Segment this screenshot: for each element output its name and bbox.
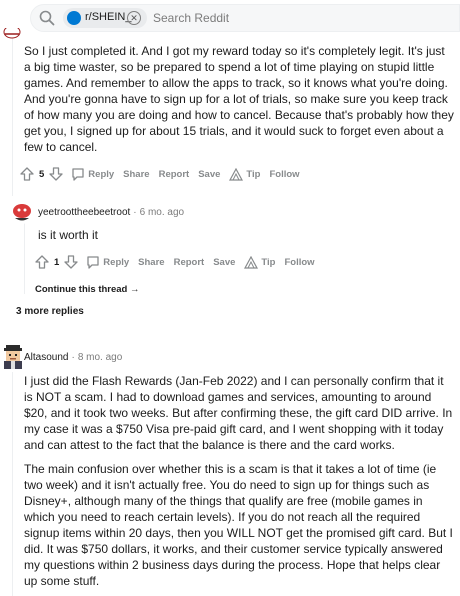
- comment-actions: 5 Reply Share Report Save Tip Follow: [20, 163, 300, 185]
- clear-filter-icon[interactable]: ✕: [127, 11, 141, 25]
- share-label: Share: [138, 256, 165, 268]
- report-button[interactable]: Report: [174, 257, 205, 268]
- tip-label: Tip: [246, 168, 261, 180]
- tip-label: Tip: [261, 256, 276, 268]
- follow-button[interactable]: Follow: [269, 169, 299, 180]
- upvote-icon[interactable]: [20, 167, 34, 181]
- thread-line[interactable]: [12, 372, 13, 596]
- thread-line[interactable]: [12, 36, 13, 196]
- thread-line[interactable]: [24, 222, 25, 294]
- report-label: Report: [158, 168, 190, 180]
- tip-icon: [244, 255, 259, 269]
- save-label: Save: [198, 168, 221, 180]
- search-icon: [39, 10, 55, 26]
- author-link[interactable]: Altasound: [24, 352, 68, 363]
- comment-text: So I just completed it. And I got my rew…: [24, 44, 454, 154]
- comment-text: is it worth it: [38, 228, 99, 242]
- save-label: Save: [213, 256, 236, 268]
- continue-thread-label: Continue this thread: [35, 284, 128, 295]
- reply-button[interactable]: Reply: [71, 167, 114, 181]
- subreddit-chip-label: r/SHEIN_: [85, 11, 132, 23]
- comment-body: I just did the Flash Rewards (Jan-Feb 20…: [24, 373, 454, 596]
- save-button[interactable]: Save: [213, 257, 235, 268]
- top-bar: r/SHEIN_ ✕: [0, 0, 460, 36]
- subreddit-filter-chip[interactable]: r/SHEIN_ ✕: [63, 8, 147, 28]
- comment-bubble-icon: [87, 256, 99, 269]
- tip-button[interactable]: Tip: [244, 255, 276, 269]
- vote-count: 1: [54, 256, 60, 268]
- save-button[interactable]: Save: [198, 169, 220, 180]
- downvote-icon[interactable]: [49, 167, 63, 181]
- reply-label: Reply: [88, 168, 115, 180]
- subreddit-icon: [67, 11, 81, 25]
- timestamp[interactable]: 6 mo. ago: [140, 207, 184, 218]
- tip-icon: [229, 167, 244, 181]
- vote-count: 5: [39, 168, 45, 180]
- follow-label: Follow: [284, 256, 315, 268]
- arrow-right-icon: →: [130, 284, 140, 295]
- comment-paragraph: I just did the Flash Rewards (Jan-Feb 20…: [24, 374, 453, 452]
- avatar[interactable]: [10, 201, 34, 225]
- comment-bubble-icon: [72, 168, 84, 181]
- upvote-icon[interactable]: [35, 255, 49, 269]
- comment-body: So I just completed it. And I got my rew…: [24, 43, 454, 163]
- timestamp[interactable]: 8 mo. ago: [78, 352, 122, 363]
- separator-dot: ·: [71, 352, 75, 363]
- comment-paragraph: The main confusion over whether this is …: [24, 462, 453, 588]
- follow-button[interactable]: Follow: [284, 257, 314, 268]
- more-replies-link[interactable]: 3 more replies: [16, 306, 84, 317]
- separator-dot: ·: [133, 207, 137, 218]
- comment-actions: 1 Reply Share Report Save Tip Follow: [35, 251, 315, 273]
- comment-body: is it worth it: [38, 227, 438, 251]
- downvote-icon[interactable]: [64, 255, 78, 269]
- comment-meta: Altasound · 8 mo. ago: [24, 352, 122, 363]
- share-button[interactable]: Share: [138, 257, 164, 268]
- report-button[interactable]: Report: [159, 169, 190, 180]
- avatar[interactable]: [2, 28, 22, 40]
- search-bar[interactable]: r/SHEIN_ ✕: [30, 4, 460, 32]
- follow-label: Follow: [269, 168, 300, 180]
- share-label: Share: [123, 168, 150, 180]
- continue-thread-link[interactable]: Continue this thread →: [35, 284, 140, 295]
- comment-meta: yeetroottheebeetroot · 6 mo. ago: [38, 207, 184, 218]
- share-button[interactable]: Share: [123, 169, 149, 180]
- avatar[interactable]: [0, 343, 26, 369]
- search-input[interactable]: [153, 9, 433, 27]
- reply-label: Reply: [103, 256, 130, 268]
- reply-button[interactable]: Reply: [86, 255, 129, 269]
- tip-button[interactable]: Tip: [229, 167, 261, 181]
- author-link[interactable]: yeetroottheebeetroot: [38, 207, 130, 218]
- report-label: Report: [173, 256, 205, 268]
